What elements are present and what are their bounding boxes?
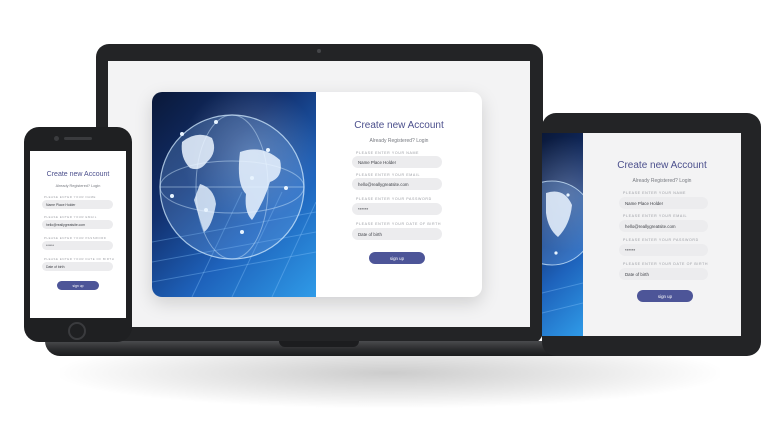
tablet-screen: Create new Account Already Registered? L… [542,133,741,336]
laptop-device: Create new Account Already Registered? L… [96,44,543,344]
email-label: Please enter your email [44,215,97,219]
password-label: Please enter your password [356,197,432,201]
form-title: Create new Account [354,120,444,131]
dob-label: Please enter your date of birth [44,257,115,261]
dob-label: Please enter your date of birth [356,222,442,226]
form-title: Create new Account [46,171,110,178]
password-label: Please enter your password [623,238,699,242]
globe-image [542,133,583,336]
login-link[interactable]: Already Registered? Login [316,138,482,144]
password-label: Please enter your password [44,236,107,240]
laptop-screen: Create new Account Already Registered? L… [108,61,530,327]
signup-form: Create new Account Already Registered? L… [583,133,741,336]
login-link[interactable]: Already Registered? Login [30,184,126,188]
signup-button[interactable]: sign up [57,281,99,290]
phone-screen: Create new Account Already Registered? L… [30,151,126,318]
dob-input[interactable]: Date of birth [619,268,708,280]
password-input[interactable]: ****** [352,203,442,215]
phone-speaker [64,137,92,140]
laptop-hinge-notch [279,341,359,347]
form-title: Create new Account [617,160,707,171]
email-label: Please enter your email [623,214,688,218]
signup-button[interactable]: sign up [637,290,693,302]
globe-image [152,92,316,297]
dob-input[interactable]: Date of birth [352,228,442,240]
laptop-camera [317,49,321,53]
name-label: Please enter your name [44,195,97,199]
email-input[interactable]: hello@reallygreatsite.com [42,220,113,229]
phone-device: Create new Account Already Registered? L… [24,127,132,342]
dob-label: Please enter your date of birth [623,262,709,266]
name-input[interactable]: Name Place Holder [619,197,708,209]
globe-illustration [542,180,583,314]
email-label: Please enter your email [356,173,421,177]
phone-home-button [68,322,86,340]
name-label: Please enter your name [623,191,687,195]
dob-input[interactable]: Date of birth [42,262,113,271]
email-input[interactable]: hello@reallygreatsite.com [619,220,708,232]
laptop-base [45,341,593,356]
signup-form: Create new Account Already Registered? L… [316,92,482,297]
name-input[interactable]: Name Place Holder [42,200,113,209]
tablet-device: Create new Account Already Registered? L… [542,113,761,356]
name-label: Please enter your name [356,151,420,155]
email-input[interactable]: hello@reallygreatsite.com [352,178,442,190]
name-input[interactable]: Name Place Holder [352,156,442,168]
phone-camera [54,136,59,141]
password-input[interactable]: ****** [42,241,113,250]
signup-button[interactable]: sign up [369,252,425,264]
login-link[interactable]: Already Registered? Login [583,178,741,184]
password-input[interactable]: ****** [619,244,708,256]
signup-card: Create new Account Already Registered? L… [152,92,482,297]
globe-illustration [152,114,316,297]
